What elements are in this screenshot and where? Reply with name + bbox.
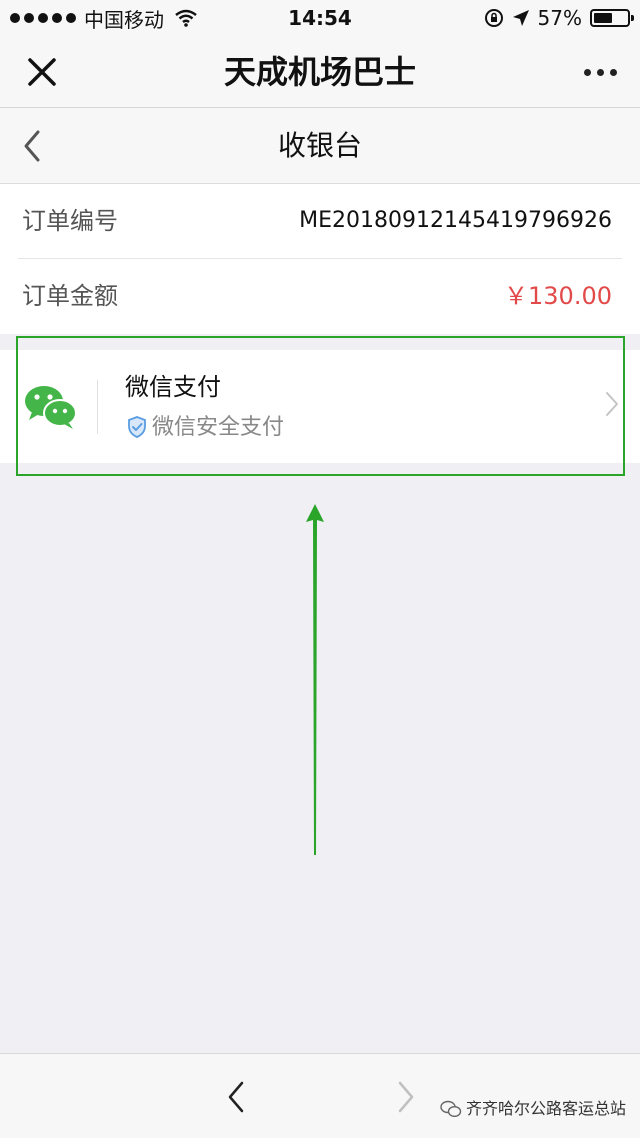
back-icon[interactable]: [224, 1080, 248, 1114]
battery-level: [594, 13, 612, 23]
arrow-annotation: [306, 504, 324, 855]
order-amount-row: 订单金额 ￥130.00: [0, 259, 640, 333]
nav-bar: 天成机场巴士: [0, 36, 640, 108]
page-title: 收银台: [277, 129, 362, 162]
order-amount-label: 订单金额: [22, 282, 118, 310]
status-bar: 中国移动 14:54 57%: [0, 0, 640, 36]
order-number-row: 订单编号 ME20180912145419796926: [0, 184, 640, 258]
forward-icon: [398, 1081, 414, 1113]
highlight-box: [16, 336, 625, 476]
battery-percent: 57%: [537, 6, 582, 30]
order-info: 订单编号 ME20180912145419796926 订单金额 ￥130.00: [0, 184, 640, 334]
watermark-text: 齐齐哈尔公路客运总站: [466, 1099, 627, 1118]
order-number-label: 订单编号: [22, 207, 118, 235]
rotation-lock-icon: [484, 9, 503, 27]
order-amount-value: ￥130.00: [504, 282, 612, 310]
bottom-toolbar: [0, 1053, 640, 1138]
location-icon: [512, 10, 529, 26]
order-number-value: ME20180912145419796926: [299, 208, 612, 233]
watermark-wechat-icon: [440, 1100, 462, 1118]
status-right: 57%: [484, 6, 634, 30]
battery-icon: [590, 9, 634, 27]
page-header: 收银台: [0, 108, 640, 184]
more-icon[interactable]: [580, 66, 620, 78]
nav-title: 天成机场巴士: [223, 53, 416, 91]
